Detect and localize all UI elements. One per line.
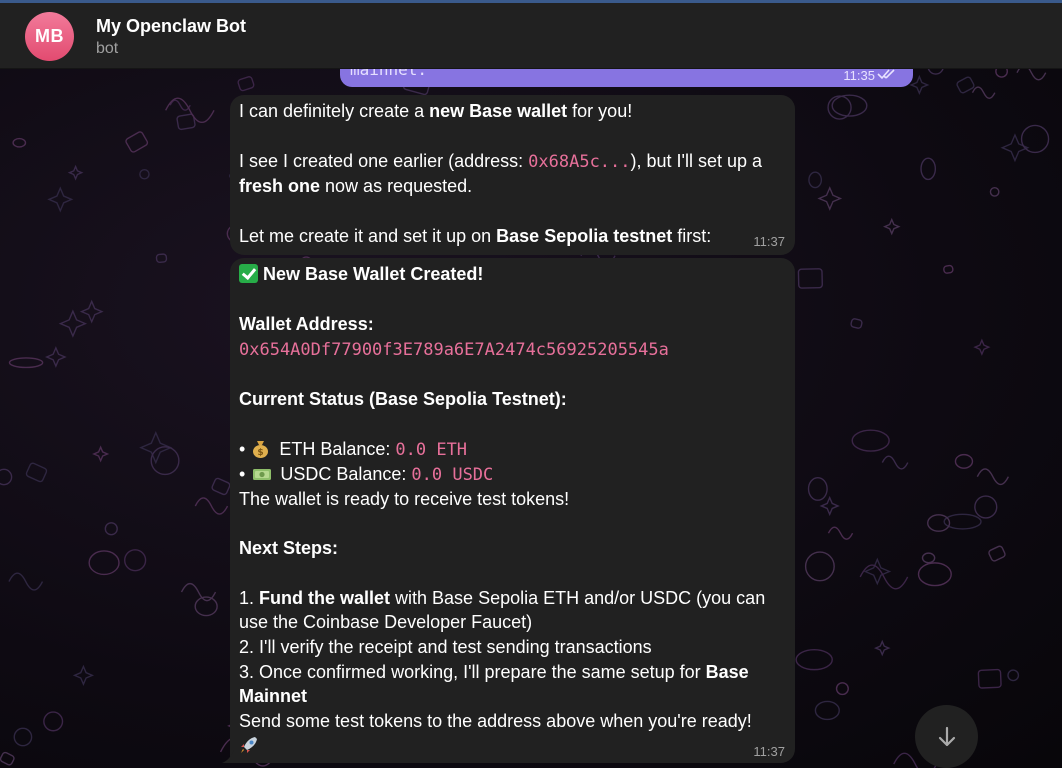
doodle-shape [0,751,15,766]
doodle-shape [917,562,952,587]
doodle-shape [819,495,840,517]
message-time: 11:37 [753,744,785,759]
doodle-shape [0,468,13,486]
doodle-shape [909,74,930,95]
doodle-shape [835,682,849,696]
message-line: 3. Once confirmed working, I'll prepare … [239,662,749,682]
scroll-to-bottom-button[interactable] [915,705,978,768]
doodle-shape [47,186,74,213]
doodle-shape [974,495,998,519]
arrow-down-icon [938,726,955,746]
doodle-shape [807,476,828,501]
incoming-message-2[interactable]: New Base Wallet Created! Wallet Address:… [230,258,795,763]
address-code[interactable]: 0x68A5c... [528,152,630,172]
avatar[interactable]: MB [25,12,74,61]
incoming-message-1[interactable]: I can definitely create a new Base walle… [230,95,795,255]
doodle-shape [989,186,1000,197]
doodle-shape [817,186,843,211]
doodle-shape [123,549,147,572]
doodle-shape [67,164,84,181]
wallet-address-code[interactable]: 0x654A0Df77900f3E789a6E7A2474c5692520554… [239,340,669,360]
doodle-shape [25,462,48,483]
doodle-shape [873,639,891,657]
doodle-shape [1007,669,1020,682]
doodle-shape [104,522,118,536]
message-line: Next Steps: [239,538,339,558]
message-line: 1. Fund the wallet with Base Sepolia ETH… [239,588,766,608]
doodle-shape [155,253,168,264]
message-line [239,735,259,757]
message-line: Mainnet [239,686,308,706]
doodle-shape [58,309,88,338]
message-line: • USDC Balance: 0.0 USDC [239,464,494,485]
message-line: 2. I'll verify the receipt and test send… [239,637,652,657]
chat-subtitle: bot [96,40,119,57]
message-line: Current Status (Base Sepolia Testnet): [239,389,567,409]
message-line: use the Coinbase Developer Faucet) [239,612,533,632]
eth-balance-code[interactable]: 0.0 ETH [395,440,467,460]
chat-title[interactable]: My Openclaw Bot [96,16,246,37]
doodle-shape [795,648,833,671]
doodle-shape [13,727,33,747]
doodle-shape [12,137,27,148]
doodle-shape [827,526,854,540]
bubble-tail [222,750,234,763]
doodle-shape [88,550,120,576]
svg-text:$: $ [258,448,264,458]
doodle-shape [1020,124,1050,154]
rocket-icon [241,737,257,753]
message-line: fresh one now as requested. [239,176,473,196]
doodle-shape [971,86,996,99]
message-line: I see I created one earlier (address: 0x… [239,151,763,172]
message-line: The wallet is ready to receive test toke… [239,489,570,509]
doodle-shape [797,268,823,289]
usdc-balance-code[interactable]: 0.0 USDC [411,465,493,485]
doodle-shape [814,700,840,721]
chat-header[interactable]: MB My Openclaw Bot bot [0,3,1062,69]
message-heading: New Base Wallet Created! [239,263,483,285]
doodle-shape [882,217,901,236]
doodle-shape [921,552,936,564]
doodle-shape [44,346,67,368]
doodle-shape [943,264,954,274]
doodle-shape [808,171,823,189]
doodle-shape [79,299,104,324]
doodle-shape [977,668,1002,689]
message-line: I can definitely create a new Base walle… [239,101,633,121]
message-line: Wallet Address: [239,314,374,334]
doodle-shape [927,514,951,532]
doodle-shape [954,453,974,469]
double-check-icon [877,69,895,80]
doodle-shape [194,497,229,515]
message-time: 11:37 [753,234,785,249]
doodle-shape [973,338,991,356]
doodle-shape [976,468,1010,486]
doodle-shape [804,551,835,582]
doodle-shape [956,76,975,94]
doodle-shape [92,445,110,463]
message-line: • $ ETH Balance: 0.0 ETH [239,439,468,460]
doodle-shape [72,664,95,686]
dollar-banknote-icon [253,469,272,480]
doodle-shape [139,168,150,180]
doodle-shape [920,157,937,181]
doodle-shape [8,357,44,369]
doodle-shape [8,572,44,591]
message-line: 0x654A0Df77900f3E789a6E7A2474c5692520554… [239,338,669,361]
message-line: Send some test tokens to the address abo… [239,711,752,731]
white-check-mark-icon [239,264,258,283]
doodle-shape [139,430,173,465]
doodle-shape [850,318,863,329]
doodle-shape [851,429,890,452]
doodle-shape [988,545,1006,562]
doodle-shape [1000,133,1030,163]
doodle-shape [211,477,231,496]
money-bag-icon: $ [253,441,269,458]
message-line: Let me create it and set it up on Base S… [239,226,712,246]
doodle-shape [881,455,909,470]
doodle-shape [43,711,64,732]
doodle-shape [237,76,255,92]
doodle-shape [125,131,149,153]
message-time: 11:35 [843,68,875,83]
